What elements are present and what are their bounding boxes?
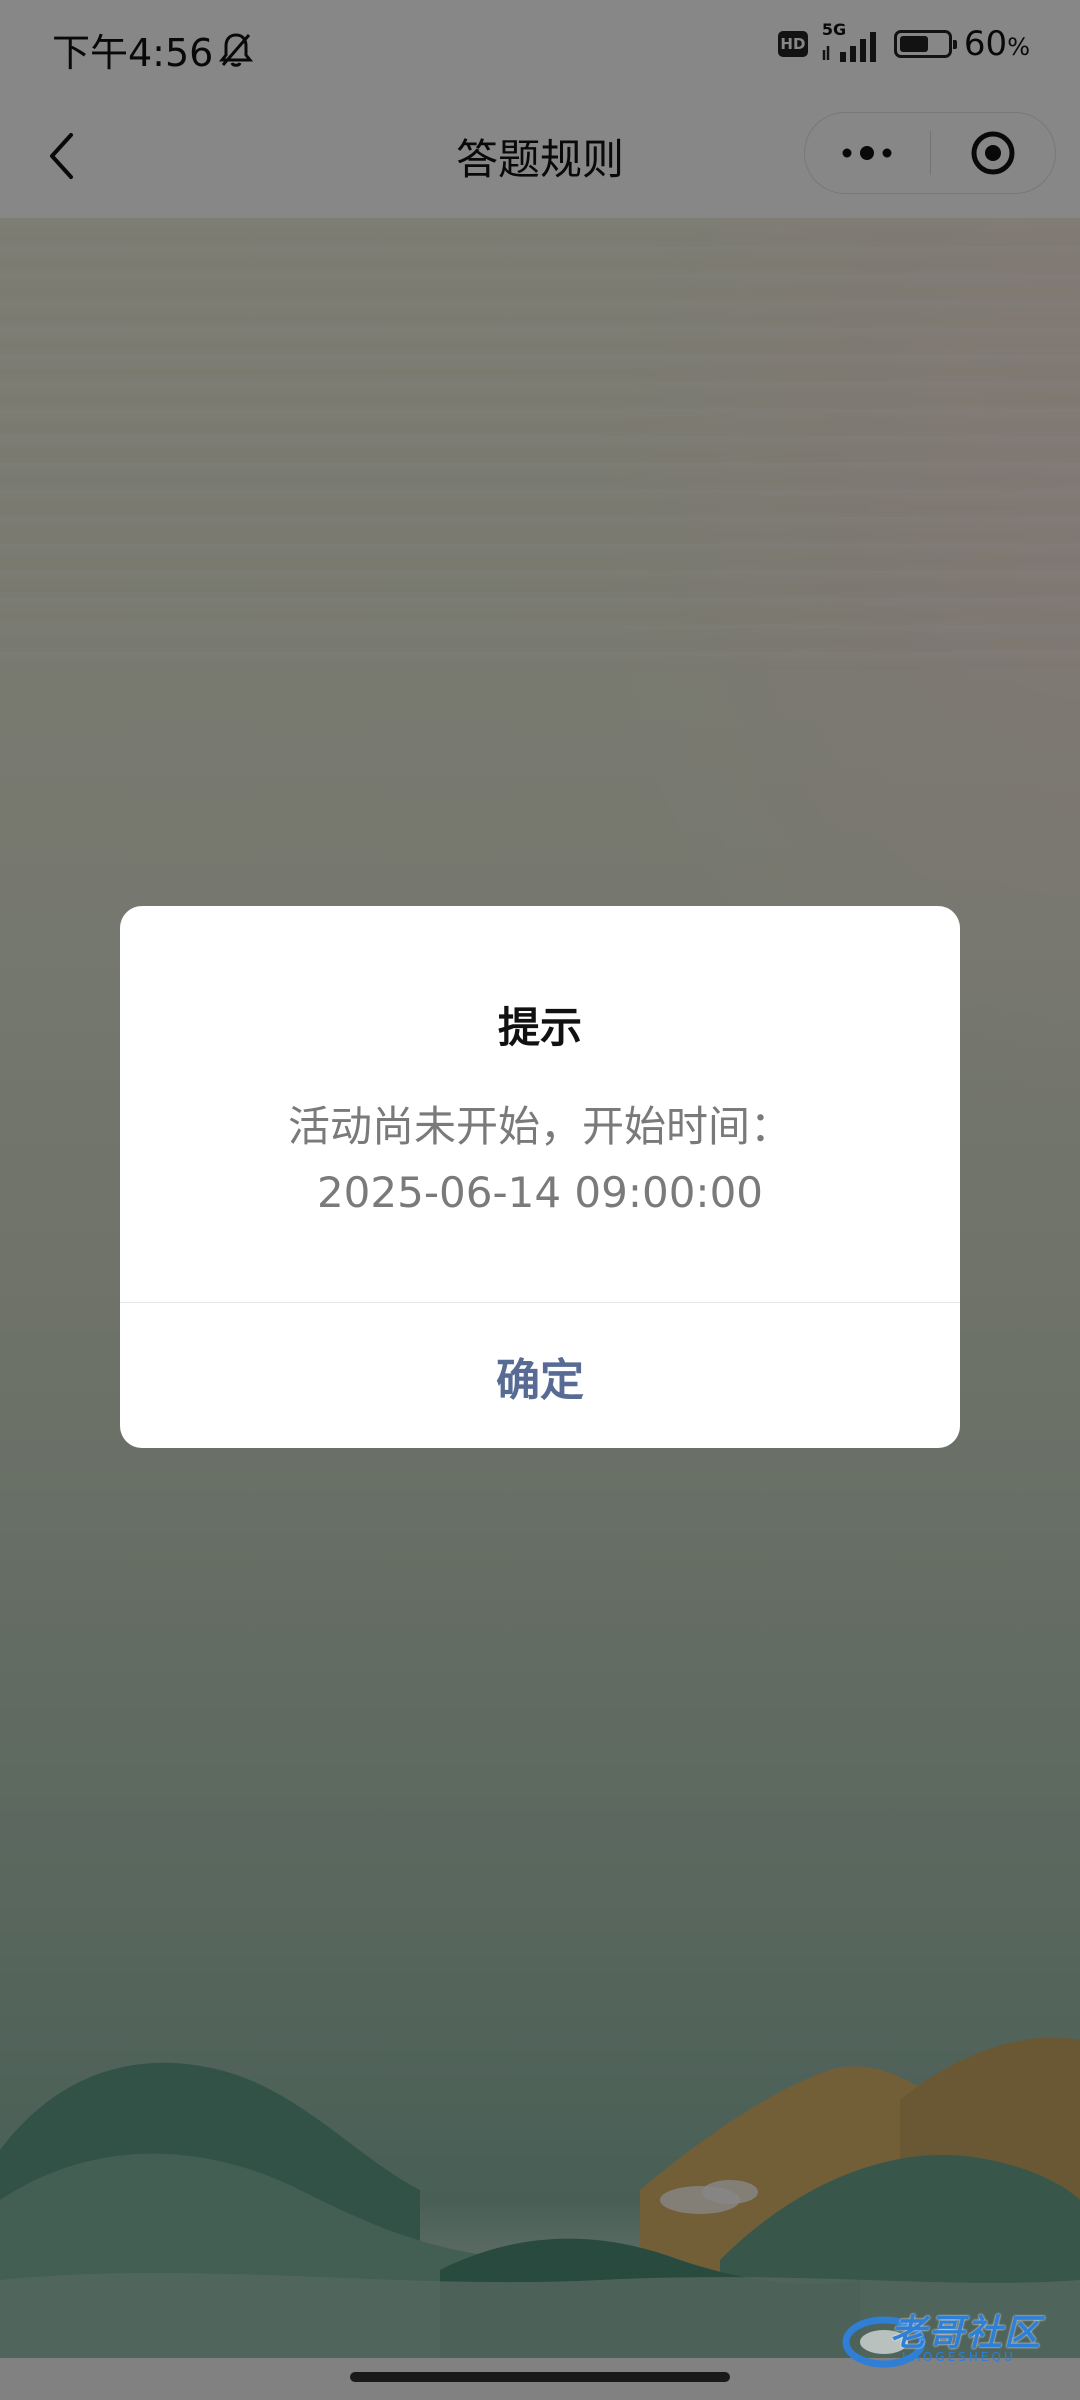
confirm-button[interactable]: 确定 <box>120 1303 960 1448</box>
watermark-text: 老哥社区 <box>890 2313 1043 2354</box>
dialog-message: 活动尚未开始，开始时间： 2025-06-14 09:00:00 <box>120 1094 960 1226</box>
watermark-logo: 老哥社区 LAOGESHEQU <box>838 2302 1068 2374</box>
dialog-title: 提示 <box>497 1003 582 1052</box>
home-indicator <box>350 2372 730 2382</box>
screen: 下午4:56 HD 5G 60% 答题规则 老哥社区 LAOGESHEQU 提示… <box>0 0 1080 2400</box>
dialog-message-line2: 2025-06-14 09:00:00 <box>316 1168 764 1217</box>
watermark-subtext: LAOGESHEQU <box>902 2350 1016 2364</box>
alert-dialog: 提示 活动尚未开始，开始时间： 2025-06-14 09:00:00 确定 <box>120 906 960 1448</box>
dialog-message-line1: 活动尚未开始，开始时间： <box>287 1102 792 1151</box>
